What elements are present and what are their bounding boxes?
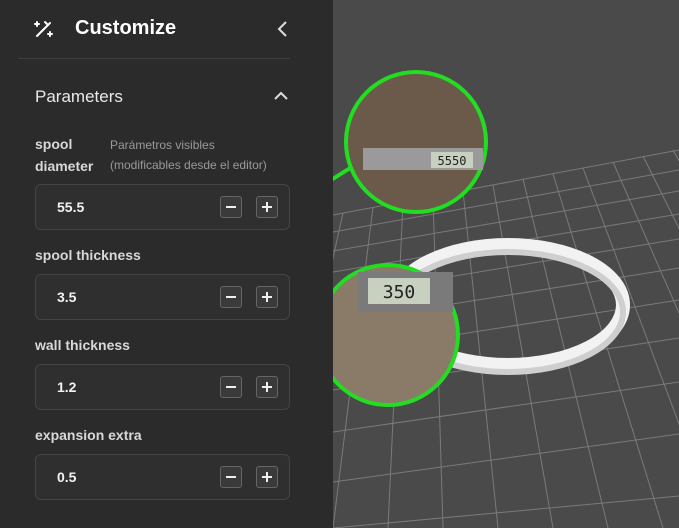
chevron-up-icon[interactable] xyxy=(272,88,290,104)
header-divider xyxy=(18,58,290,59)
spool-diameter-input[interactable]: 55.5 xyxy=(35,184,290,230)
increment-button[interactable] xyxy=(256,466,278,488)
magic-wand-icon xyxy=(33,18,55,40)
increment-button[interactable] xyxy=(256,196,278,218)
expansion-extra-input[interactable]: 0.5 xyxy=(35,454,290,500)
caliper-photo-callout-diameter: 5550 xyxy=(344,70,488,214)
increment-button[interactable] xyxy=(256,286,278,308)
caliper-reading-1: 5550 xyxy=(438,154,467,168)
field-value[interactable]: 55.5 xyxy=(57,199,84,215)
caliper-photo-callout-thickness: 350 xyxy=(333,263,460,407)
plus-icon xyxy=(262,472,272,482)
collapse-panel-chevron-left-icon[interactable] xyxy=(274,20,292,38)
caliper-reading-2: 350 xyxy=(383,282,416,303)
field-label-spool-thickness: spool thickness xyxy=(35,247,141,263)
decrement-button[interactable] xyxy=(220,376,242,398)
panel-header: Customize xyxy=(0,0,333,58)
spool-thickness-input[interactable]: 3.5 xyxy=(35,274,290,320)
field-label-line: diameter xyxy=(35,158,94,174)
field-value[interactable]: 3.5 xyxy=(57,289,76,305)
plus-icon xyxy=(262,292,272,302)
minus-icon xyxy=(226,296,236,298)
section-title-parameters[interactable]: Parameters xyxy=(35,87,123,107)
hint-line: (modificables desde el editor) xyxy=(110,158,267,172)
minus-icon xyxy=(226,386,236,388)
plus-icon xyxy=(262,382,272,392)
panel-title: Customize xyxy=(75,17,177,39)
field-label-wall-thickness: wall thickness xyxy=(35,337,130,353)
wall-thickness-input[interactable]: 1.2 xyxy=(35,364,290,410)
decrement-button[interactable] xyxy=(220,466,242,488)
customizer-panel: Customize Parameters spool diameter Pará… xyxy=(0,0,333,528)
field-value[interactable]: 0.5 xyxy=(57,469,76,485)
3d-viewport[interactable]: 5550 350 xyxy=(333,0,679,528)
minus-icon xyxy=(226,206,236,208)
increment-button[interactable] xyxy=(256,376,278,398)
field-value[interactable]: 1.2 xyxy=(57,379,76,395)
minus-icon xyxy=(226,476,236,478)
plus-icon xyxy=(262,202,272,212)
decrement-button[interactable] xyxy=(220,286,242,308)
field-label-line: spool xyxy=(35,136,73,152)
viewport-canvas: 5550 350 xyxy=(333,0,679,528)
hint-line: Parámetros visibles xyxy=(110,138,215,152)
parameters-hint: Parámetros visibles (modificables desde … xyxy=(110,135,267,175)
field-label-spool-diameter: spool diameter xyxy=(35,133,93,177)
decrement-button[interactable] xyxy=(220,196,242,218)
field-label-expansion-extra: expansion extra xyxy=(35,427,142,443)
